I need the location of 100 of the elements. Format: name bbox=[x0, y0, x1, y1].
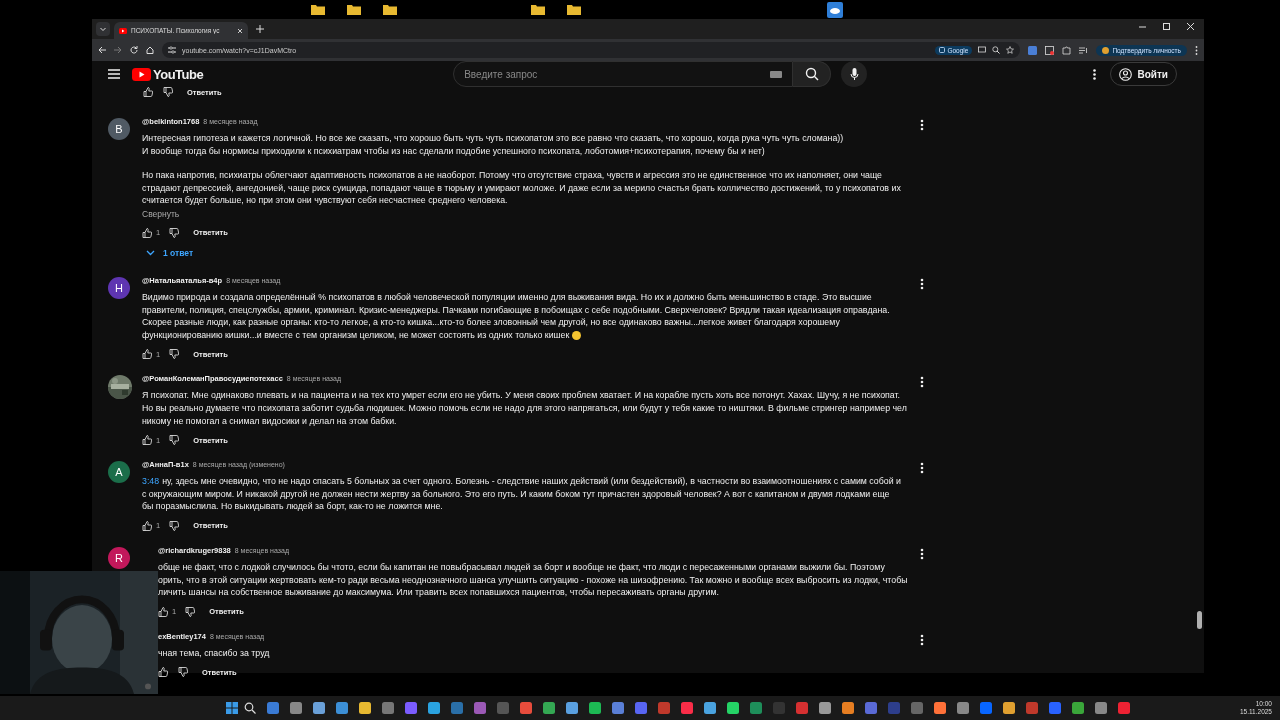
app-icon[interactable] bbox=[313, 702, 325, 714]
home-icon[interactable] bbox=[146, 46, 154, 54]
app-icon[interactable] bbox=[382, 702, 394, 714]
app-icon[interactable] bbox=[1003, 702, 1015, 714]
comment-text: чная тема, спасибо за труд bbox=[158, 646, 271, 660]
app-icon[interactable] bbox=[911, 702, 923, 714]
app-icon[interactable] bbox=[1072, 702, 1084, 714]
app-icon[interactable] bbox=[934, 702, 946, 714]
app-icon[interactable] bbox=[865, 702, 877, 714]
forward-icon[interactable] bbox=[114, 46, 122, 54]
folder-icon[interactable] bbox=[567, 4, 581, 15]
app-icon[interactable] bbox=[796, 702, 808, 714]
keyboard-icon[interactable] bbox=[770, 70, 783, 78]
close-icon[interactable] bbox=[1187, 23, 1194, 30]
comment-text: Но пака напротив, психиатры облегчают адаптивность психопатов а не наоборот. Потому что отсутствие страха, чувств и агрессия это не единственное что их наполняет, они чаще bbox=[142, 169, 883, 182]
app-icon[interactable] bbox=[819, 702, 831, 714]
app-icon[interactable] bbox=[681, 702, 693, 714]
search-icon bbox=[804, 67, 819, 81]
back-icon[interactable] bbox=[98, 46, 106, 54]
like-icon[interactable] bbox=[142, 227, 152, 238]
like-icon[interactable] bbox=[158, 606, 168, 617]
windows-icon[interactable] bbox=[226, 702, 238, 714]
app-icon[interactable] bbox=[267, 702, 279, 714]
like-icon[interactable] bbox=[142, 520, 152, 531]
folder-icon[interactable] bbox=[383, 4, 397, 15]
close-icon[interactable] bbox=[237, 27, 243, 34]
app-icon[interactable] bbox=[1095, 702, 1107, 714]
like-icon[interactable] bbox=[142, 349, 152, 360]
app-icon[interactable] bbox=[635, 702, 647, 714]
app-icon[interactable] bbox=[612, 702, 624, 714]
like-icon[interactable] bbox=[158, 667, 168, 678]
avatar[interactable]: B bbox=[108, 118, 130, 140]
app-icon[interactable] bbox=[957, 702, 969, 714]
app-icon[interactable] bbox=[520, 702, 532, 714]
app-icon[interactable] bbox=[589, 702, 601, 714]
more-icon[interactable] bbox=[920, 277, 924, 290]
avatar[interactable]: Н bbox=[108, 276, 130, 299]
comment-text: считается будет больше, но при этом они чувствуют себя несчастнее среднего человека. bbox=[142, 194, 509, 207]
search-button[interactable] bbox=[793, 61, 832, 87]
extension-icon[interactable] bbox=[1045, 45, 1055, 55]
scrollbar-thumb[interactable] bbox=[1197, 611, 1202, 629]
avatar[interactable]: A bbox=[108, 461, 130, 484]
youtube-logo[interactable]: YouTube bbox=[132, 66, 204, 82]
minimize-icon[interactable] bbox=[1139, 23, 1146, 30]
like-icon[interactable] bbox=[143, 87, 153, 97]
more-icon[interactable] bbox=[920, 376, 924, 389]
app-icon[interactable] bbox=[405, 702, 417, 714]
cloud-icon[interactable] bbox=[827, 1, 843, 18]
app-icon[interactable] bbox=[750, 702, 762, 714]
timestamp-link[interactable]: 3:48 bbox=[142, 475, 160, 488]
translate-icon[interactable] bbox=[1028, 45, 1038, 55]
dislike-icon[interactable] bbox=[169, 435, 180, 446]
dislike-icon[interactable] bbox=[185, 606, 196, 617]
app-icon[interactable] bbox=[842, 702, 854, 714]
app-icon[interactable] bbox=[474, 702, 486, 714]
more-icon[interactable] bbox=[1093, 68, 1097, 80]
install-icon[interactable] bbox=[978, 46, 987, 54]
app-icon[interactable] bbox=[1026, 702, 1038, 714]
app-icon[interactable] bbox=[359, 702, 371, 714]
collapse-link[interactable]: Свернуть bbox=[142, 208, 180, 219]
dislike-icon[interactable] bbox=[163, 87, 173, 97]
app-icon[interactable] bbox=[290, 702, 302, 714]
app-icon[interactable] bbox=[704, 702, 716, 714]
tab-list-icon[interactable] bbox=[96, 22, 110, 36]
menu-icon[interactable] bbox=[108, 69, 120, 79]
dislike-icon[interactable] bbox=[169, 227, 180, 238]
comment-text: правители, полиция, спецслужбы, армии, криминал. Кризис-менеджеры. Пачками погибающие в побоищах с себе подобными. Сверхчеловек? Врядли такая идеализация оправдана. bbox=[142, 303, 891, 317]
replies-toggle[interactable]: 1 ответ bbox=[146, 247, 194, 258]
app-icon[interactable] bbox=[451, 702, 463, 714]
app-icon[interactable] bbox=[1049, 702, 1061, 714]
folder-icon[interactable] bbox=[311, 4, 325, 15]
app-icon[interactable] bbox=[658, 702, 670, 714]
app-icon[interactable] bbox=[428, 702, 440, 714]
reload-icon[interactable] bbox=[130, 46, 138, 54]
folder-icon[interactable] bbox=[347, 4, 361, 15]
dislike-icon[interactable] bbox=[178, 667, 188, 678]
app-icon[interactable] bbox=[1118, 702, 1130, 714]
app-icon[interactable] bbox=[727, 702, 739, 714]
new-tab-icon[interactable] bbox=[256, 25, 264, 33]
app-icon[interactable] bbox=[543, 702, 555, 714]
app-icon[interactable] bbox=[980, 702, 992, 714]
dislike-icon[interactable] bbox=[169, 349, 180, 360]
folder-icon[interactable] bbox=[531, 4, 545, 15]
search-icon[interactable] bbox=[244, 702, 256, 714]
voice-search-button[interactable] bbox=[841, 61, 868, 87]
media-icon[interactable] bbox=[1079, 45, 1089, 55]
app-icon[interactable] bbox=[336, 702, 348, 714]
app-icon[interactable] bbox=[566, 702, 578, 714]
dislike-icon[interactable] bbox=[169, 520, 180, 531]
more-icon[interactable] bbox=[920, 462, 924, 475]
more-icon[interactable] bbox=[920, 119, 924, 131]
star-icon[interactable] bbox=[1006, 46, 1015, 54]
menu-icon[interactable] bbox=[1195, 45, 1198, 55]
search-field[interactable]: Введите запрос bbox=[453, 61, 794, 87]
maximize-icon[interactable] bbox=[1163, 23, 1170, 30]
more-icon[interactable] bbox=[920, 547, 924, 560]
avatar[interactable]: R bbox=[108, 546, 130, 569]
zoom-icon[interactable] bbox=[992, 46, 1001, 54]
like-icon[interactable] bbox=[142, 435, 152, 446]
more-icon[interactable] bbox=[920, 633, 924, 646]
